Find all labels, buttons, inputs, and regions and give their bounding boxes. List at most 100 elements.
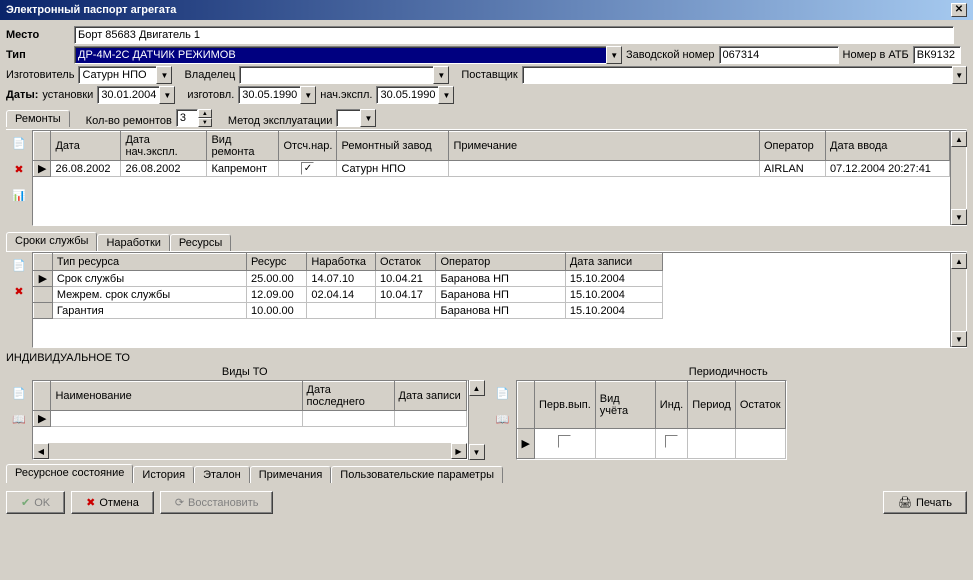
cell[interactable]: 25.00.00: [246, 271, 306, 287]
col-p-per[interactable]: Период: [688, 382, 736, 429]
tab-remont[interactable]: Ремонты: [6, 110, 70, 127]
postav-field[interactable]: [522, 66, 952, 84]
cell[interactable]: Капремонт: [207, 161, 279, 177]
scroll-up-button[interactable]: ▲: [469, 380, 485, 396]
vladel-field[interactable]: [239, 66, 433, 84]
col-kind[interactable]: Вид ремонта: [207, 132, 279, 161]
table-row[interactable]: ▶Срок службы25.00.0014.07.1010.04.21Бара…: [34, 271, 663, 287]
zavnomer-field[interactable]: [719, 46, 839, 64]
to-hscroll[interactable]: ◀ ▶: [33, 443, 467, 459]
cell[interactable]: Межрем. срок службы: [52, 287, 246, 303]
life-table[interactable]: Тип ресурса Ресурс Наработка Остаток Опе…: [33, 253, 663, 319]
scroll-up-button[interactable]: ▲: [951, 253, 967, 269]
nach-field[interactable]: [376, 86, 438, 104]
col-to-last[interactable]: Дата последнего: [302, 382, 394, 411]
close-button[interactable]: ✕: [951, 3, 967, 17]
vladel-dropdown-button[interactable]: ▼: [433, 66, 449, 84]
scroll-up-button[interactable]: ▲: [951, 131, 967, 147]
repairs-table[interactable]: Дата Дата нач.экспл. Вид ремонта Отсч.на…: [33, 131, 950, 177]
period-ind-chk[interactable]: [665, 435, 678, 448]
to-book-button[interactable]: 📖: [8, 408, 30, 430]
tab-sroki[interactable]: Сроки службы: [6, 232, 97, 251]
col-p-ost[interactable]: Остаток: [735, 382, 785, 429]
cell[interactable]: 14.07.10: [307, 271, 376, 287]
tab-history[interactable]: История: [133, 466, 194, 483]
tab-user-params[interactable]: Пользовательские параметры: [331, 466, 503, 483]
period-first-chk[interactable]: [558, 435, 571, 448]
scroll-left-button[interactable]: ◀: [33, 443, 49, 459]
tab-res-state[interactable]: Ресурсное состояние: [6, 464, 133, 483]
ust-dropdown-button[interactable]: ▼: [159, 86, 175, 104]
to-new-button[interactable]: 📄: [8, 382, 30, 404]
atb-field[interactable]: [913, 46, 961, 64]
col-life-type[interactable]: Тип ресурса: [52, 254, 246, 271]
cell[interactable]: 10.04.17: [376, 287, 436, 303]
table-row[interactable]: ▶ 26.08.2002 26.08.2002 Капремонт ✓ Сату…: [34, 161, 950, 177]
col-date[interactable]: Дата: [51, 132, 121, 161]
cell[interactable]: [376, 303, 436, 319]
col-life-nar[interactable]: Наработка: [307, 254, 376, 271]
cell[interactable]: Баранова НП: [436, 271, 565, 287]
kolvo-field[interactable]: [176, 109, 198, 127]
col-note[interactable]: Примечание: [449, 132, 760, 161]
ust-field[interactable]: [97, 86, 159, 104]
cell[interactable]: 26.08.2002: [51, 161, 121, 177]
postav-dropdown-button[interactable]: ▼: [952, 66, 968, 84]
metod-dropdown-button[interactable]: ▼: [360, 109, 376, 127]
col-oper[interactable]: Оператор: [760, 132, 826, 161]
repairs-vscroll[interactable]: ▲ ▼: [950, 131, 966, 225]
col-life-oper[interactable]: Оператор: [436, 254, 565, 271]
repairs-new-button[interactable]: 📄: [8, 132, 30, 154]
col-to-rec[interactable]: Дата записи: [394, 382, 466, 411]
cell[interactable]: 10.00.00: [246, 303, 306, 319]
cell[interactable]: 15.10.2004: [565, 287, 662, 303]
tab-etalon[interactable]: Эталон: [194, 466, 250, 483]
ok-button[interactable]: ✔OK: [6, 491, 65, 514]
tab-notes[interactable]: Примечания: [250, 466, 332, 483]
life-delete-button[interactable]: ✖: [8, 280, 30, 302]
cell[interactable]: AIRLAN: [760, 161, 826, 177]
cell[interactable]: 07.12.2004 20:27:41: [826, 161, 950, 177]
print-button[interactable]: 🖨Печать: [883, 491, 967, 514]
nach-dropdown-button[interactable]: ▼: [438, 86, 454, 104]
metod-field[interactable]: [336, 109, 360, 127]
repairs-edit-button[interactable]: 📊: [8, 184, 30, 206]
tab-narab[interactable]: Наработки: [97, 234, 169, 251]
izg-dropdown-button[interactable]: ▼: [300, 86, 316, 104]
col-life-ost[interactable]: Остаток: [376, 254, 436, 271]
table-row[interactable]: ▶: [34, 411, 467, 427]
col-p-first[interactable]: Перв.вып.: [534, 382, 595, 429]
cell[interactable]: Баранова НП: [436, 303, 565, 319]
period-table[interactable]: Перв.вып. Вид учёта Инд. Период Остаток …: [517, 381, 786, 459]
kolvo-spin-up[interactable]: ▲: [198, 109, 212, 118]
col-chk[interactable]: Отсч.нар.: [279, 132, 337, 161]
cell[interactable]: 15.10.2004: [565, 271, 662, 287]
col-life-res[interactable]: Ресурс: [246, 254, 306, 271]
cell[interactable]: [307, 303, 376, 319]
scroll-down-button[interactable]: ▼: [951, 209, 967, 225]
tab-resursy[interactable]: Ресурсы: [170, 234, 231, 251]
col-p-kind[interactable]: Вид учёта: [595, 382, 655, 429]
life-new-button[interactable]: 📄: [8, 254, 30, 276]
col-to-name[interactable]: Наименование: [51, 382, 302, 411]
col-entered[interactable]: Дата ввода: [826, 132, 950, 161]
table-row[interactable]: ▶: [517, 428, 785, 458]
cell[interactable]: Гарантия: [52, 303, 246, 319]
kolvo-spin-down[interactable]: ▼: [198, 118, 212, 127]
period-new-button[interactable]: 📄: [492, 382, 514, 404]
cell[interactable]: Сатурн НПО: [337, 161, 449, 177]
restore-button[interactable]: ⟳Восстановить: [160, 491, 274, 514]
col-plant[interactable]: Ремонтный завод: [337, 132, 449, 161]
col-life-date[interactable]: Дата записи: [565, 254, 662, 271]
cell[interactable]: [449, 161, 760, 177]
repairs-delete-button[interactable]: ✖: [8, 158, 30, 180]
izgot-field[interactable]: [78, 66, 156, 84]
cell[interactable]: 02.04.14: [307, 287, 376, 303]
tip-field[interactable]: [74, 46, 606, 64]
tip-dropdown-button[interactable]: ▼: [606, 46, 622, 64]
scroll-down-button[interactable]: ▼: [469, 444, 485, 460]
cell[interactable]: 10.04.21: [376, 271, 436, 287]
to-table[interactable]: Наименование Дата последнего Дата записи…: [33, 381, 467, 427]
col-p-ind[interactable]: Инд.: [655, 382, 687, 429]
scroll-right-button[interactable]: ▶: [451, 443, 467, 459]
